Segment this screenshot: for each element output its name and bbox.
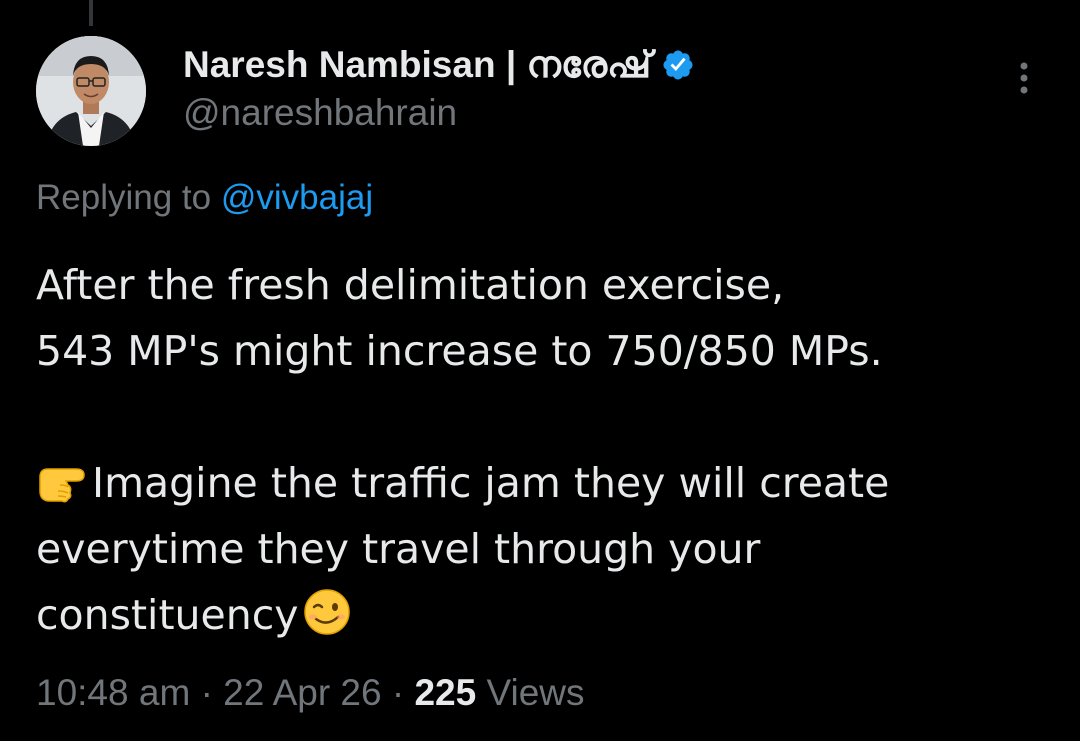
avatar-photo [36, 36, 146, 146]
tweet-meta: 10:48 am · 22 Apr 26 · 225 Views [36, 672, 585, 714]
tweet-header: Naresh Nambisan | നരേഷ് @nareshbahrain [183, 40, 695, 136]
avatar[interactable] [36, 36, 146, 146]
meta-separator: · [391, 672, 405, 713]
tweet-text-line: 543 MP's might increase to 750/850 MPs. [36, 327, 883, 375]
tweet-time[interactable]: 10:48 am [36, 672, 190, 713]
tweet-text-line: everytime they travel through your [36, 525, 761, 573]
replying-to-line: Replying to @vivbajaj [36, 178, 373, 218]
verified-badge-icon[interactable] [661, 48, 695, 82]
author-name-row: Naresh Nambisan | നരേഷ് [183, 40, 695, 90]
views-label[interactable]: Views [486, 672, 584, 713]
tweet-text-line: Imagine the traffic jam they will create [36, 450, 1046, 516]
tweet-text-line: After the fresh delimitation exercise, [36, 261, 785, 309]
more-options-icon[interactable] [1012, 60, 1036, 100]
replying-to-label: Replying to [36, 178, 212, 217]
tweet-text-line: constituency [36, 582, 1046, 648]
winking-face-icon [299, 587, 355, 637]
tweet-body: After the fresh delimitation exercise, 5… [36, 252, 1046, 648]
tweet-date[interactable]: 22 Apr 26 [223, 672, 381, 713]
meta-separator: · [200, 672, 213, 713]
views-count[interactable]: 225 [414, 672, 476, 713]
thread-connector-line [89, 0, 93, 26]
tweet-text-segment: constituency [36, 591, 299, 639]
author-display-name[interactable]: Naresh Nambisan | നരേഷ് [183, 44, 651, 87]
author-handle[interactable]: @nareshbahrain [183, 90, 695, 136]
pointing-right-icon [36, 455, 92, 505]
reply-mention-link[interactable]: @vivbajaj [221, 178, 373, 217]
tweet-text-segment: Imagine the traffic jam they will create [92, 459, 890, 507]
